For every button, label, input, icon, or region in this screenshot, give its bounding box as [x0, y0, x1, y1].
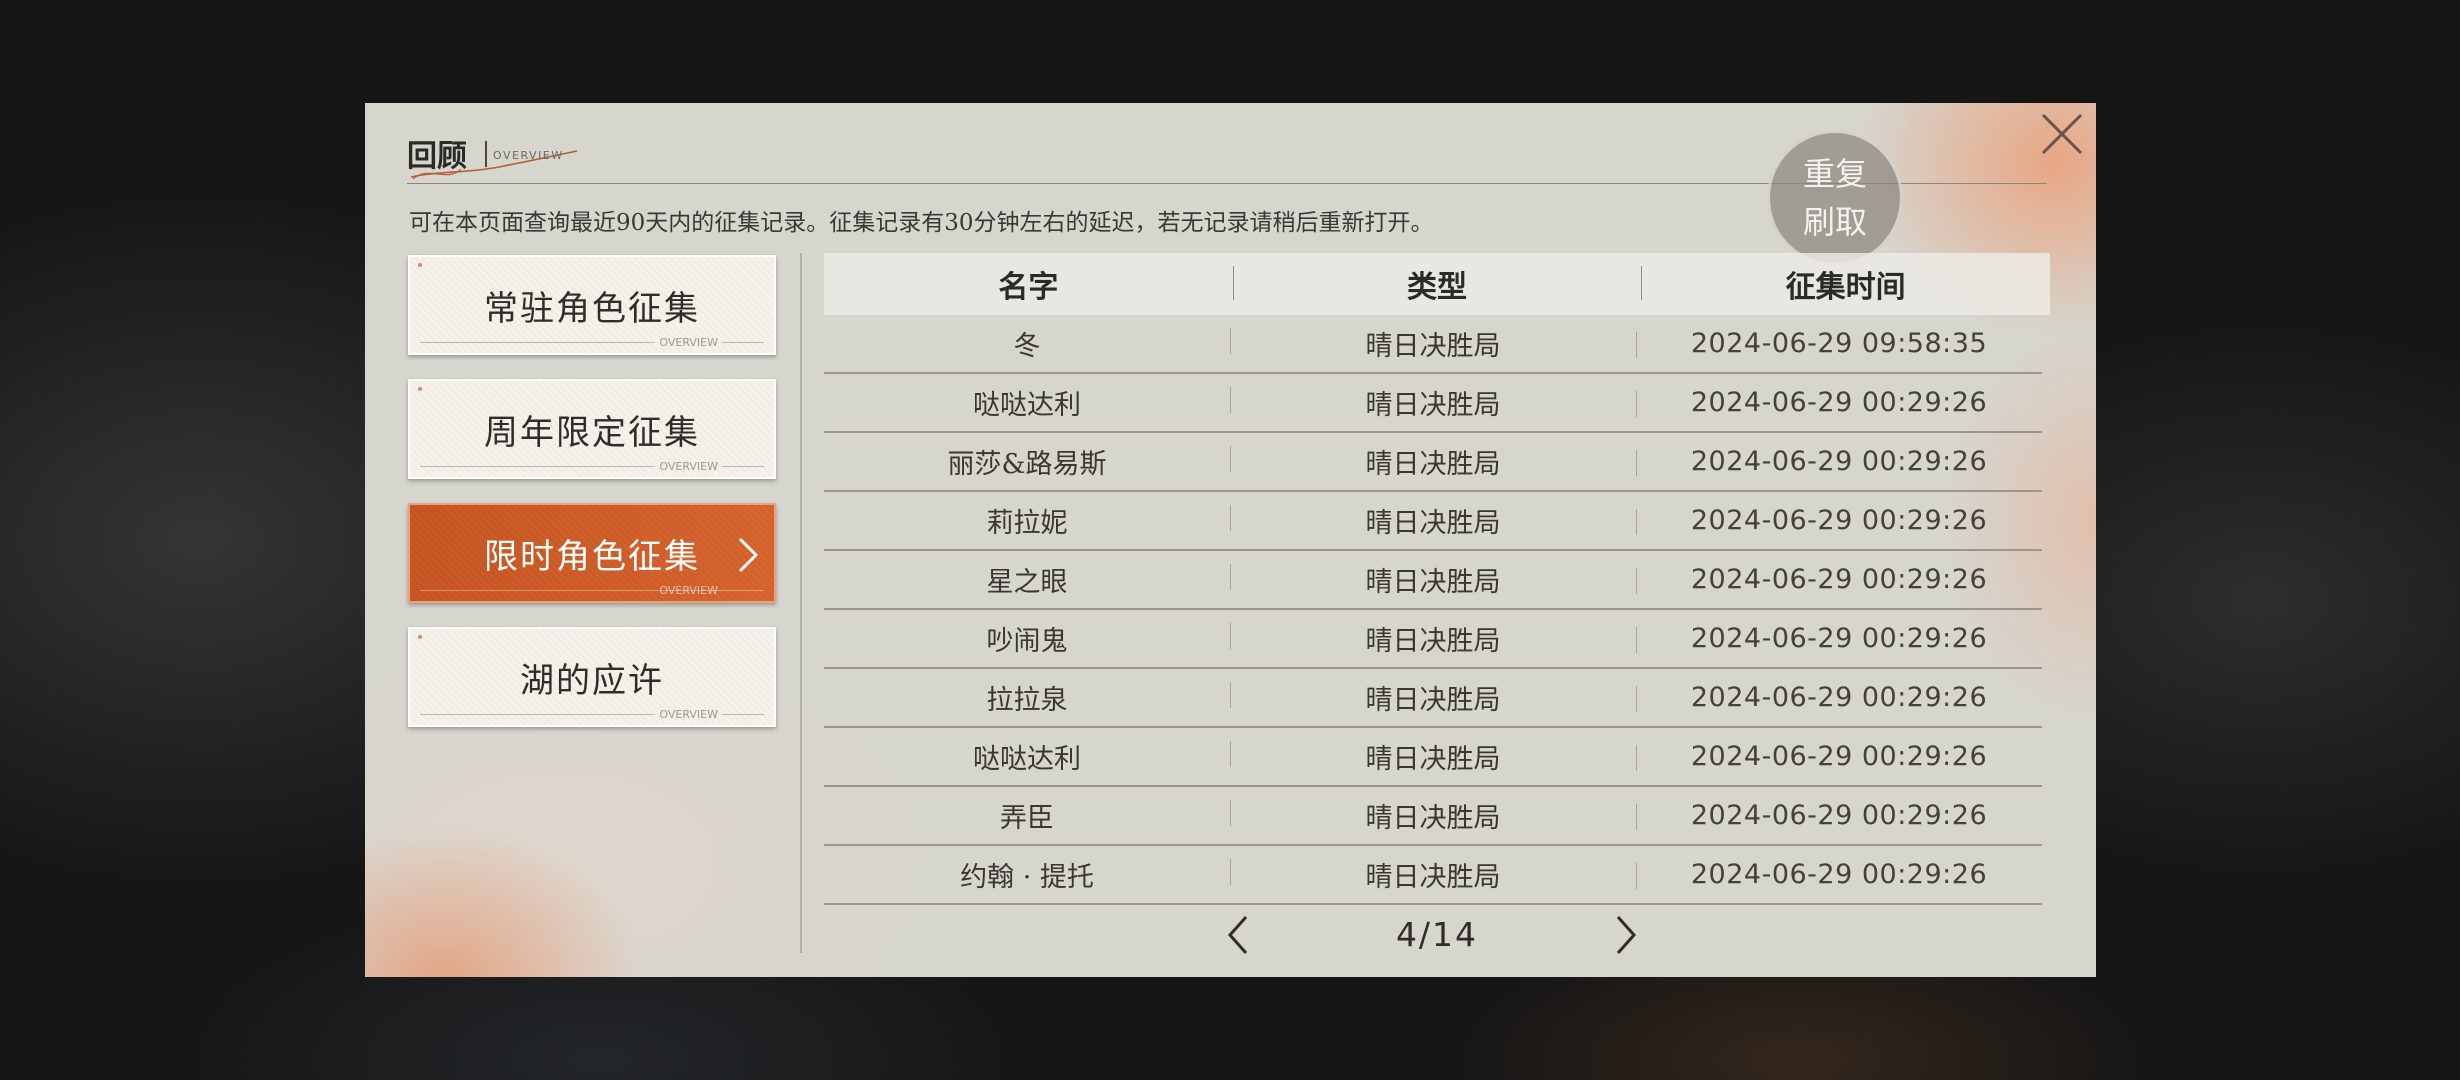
page-subtitle: OVERVIEW	[493, 149, 564, 162]
nav-item-dot	[418, 263, 422, 267]
cell-name: 哒哒达利	[973, 744, 1081, 775]
cell-time: 2024-06-29 00:29:26	[1636, 859, 2042, 890]
cell-type: 晴日决胜局	[1230, 678, 1636, 717]
cell-time: 2024-06-29 00:29:26	[1636, 505, 2042, 536]
cell-time: 2024-06-29 00:29:26	[1636, 682, 2042, 713]
cell-time: 2024-06-29 09:58:35	[1636, 328, 2042, 359]
cell-type: 晴日决胜局	[1230, 383, 1636, 422]
refresh-button-line2: 刷取	[1802, 203, 1867, 241]
table-row: 哒哒达利 晴日决胜局 2024-06-29 00:29:26	[824, 374, 2042, 433]
nav-item-anniversary[interactable]: 周年限定征集 OVERVIEW	[408, 379, 776, 479]
cell-type: 晴日决胜局	[1230, 324, 1636, 363]
nav-item-deco-text: OVERVIEW	[655, 460, 722, 473]
column-header-time: 征集时间	[1641, 262, 2050, 306]
table-header: 名字 类型 征集时间	[824, 253, 2050, 315]
cell-type: 晴日决胜局	[1230, 796, 1636, 835]
nav-item-deco-text: OVERVIEW	[659, 584, 718, 597]
table-row: 哒哒达利 晴日决胜局 2024-06-29 00:29:26	[824, 728, 2042, 787]
cell-time: 2024-06-29 00:29:26	[1636, 446, 2042, 477]
content-divider	[800, 253, 802, 953]
table-row: 冬 晴日决胜局 2024-06-29 09:58:35	[824, 315, 2042, 374]
nav-item-dot	[418, 387, 422, 391]
cell-name: 哒哒达利	[973, 390, 1081, 421]
nav-item-deco-text: OVERVIEW	[655, 708, 722, 721]
table-row: 丽莎&路易斯 晴日决胜局 2024-06-29 00:29:26	[824, 433, 2042, 492]
cell-name: 冬	[1013, 331, 1041, 362]
cell-name: 莉拉妮	[986, 508, 1068, 539]
chevron-right-icon	[738, 537, 759, 573]
refresh-button-line1: 重复	[1802, 155, 1867, 193]
notice-text: 可在本页面查询最近90天内的征集记录。征集记录有30分钟左右的延迟，若无记录请稍…	[409, 210, 1434, 236]
column-header-type: 类型	[1232, 262, 1642, 306]
pagination: 4/14	[824, 903, 2050, 963]
table-row: 约翰 · 提托 晴日决胜局 2024-06-29 00:29:26	[824, 846, 2042, 905]
table-row: 莉拉妮 晴日决胜局 2024-06-29 00:29:26	[824, 492, 2042, 551]
chevron-left-icon[interactable]	[1224, 913, 1254, 957]
close-icon[interactable]	[2037, 109, 2087, 159]
nav-item-lake-promise[interactable]: 湖的应许 OVERVIEW	[408, 627, 776, 727]
page-title: 回顾	[407, 139, 467, 174]
history-panel: 回顾 OVERVIEW 可在本页面查询最近90天内的征集记录。征集记录有30分钟…	[365, 103, 2096, 977]
cell-name: 星之眼	[986, 567, 1068, 598]
table-row: 拉拉泉 晴日决胜局 2024-06-29 00:29:26	[824, 669, 2042, 728]
cell-type: 晴日决胜局	[1230, 560, 1636, 599]
cell-name: 约翰 · 提托	[960, 862, 1094, 893]
cell-time: 2024-06-29 00:29:26	[1636, 623, 2042, 654]
record-list: 冬 晴日决胜局 2024-06-29 09:58:35 哒哒达利 晴日决胜局 2…	[824, 315, 2042, 905]
cell-time: 2024-06-29 00:29:26	[1636, 387, 2042, 418]
cell-time: 2024-06-29 00:29:26	[1636, 800, 2042, 831]
title-separator	[485, 141, 487, 167]
cell-name: 拉拉泉	[986, 685, 1068, 716]
refresh-button[interactable]: 重复 刷取	[1767, 130, 1903, 266]
nav-item-label: 常驻角色征集	[484, 288, 700, 329]
chevron-right-icon[interactable]	[1610, 913, 1640, 957]
cell-name: 弄臣	[1000, 803, 1054, 834]
table-row: 弄臣 晴日决胜局 2024-06-29 00:29:26	[824, 787, 2042, 846]
cell-name: 吵闹鬼	[986, 626, 1068, 657]
page-indicator: 4/14	[1395, 915, 1479, 954]
nav-item-label: 湖的应许	[520, 660, 664, 701]
cell-type: 晴日决胜局	[1230, 619, 1636, 658]
cell-type: 晴日决胜局	[1230, 737, 1636, 776]
cell-type: 晴日决胜局	[1230, 442, 1636, 481]
cell-time: 2024-06-29 00:29:26	[1636, 741, 2042, 772]
category-nav: 常驻角色征集 OVERVIEW 周年限定征集 OVERVIEW 限时角色征集 O…	[408, 255, 776, 751]
column-header-name: 名字	[998, 270, 1059, 305]
nav-item-limited[interactable]: 限时角色征集 OVERVIEW	[408, 503, 776, 603]
cell-type: 晴日决胜局	[1230, 501, 1636, 540]
nav-item-dot	[418, 635, 422, 639]
cell-time: 2024-06-29 00:29:26	[1636, 564, 2042, 595]
nav-item-label: 限时角色征集	[484, 536, 700, 577]
nav-item-standard[interactable]: 常驻角色征集 OVERVIEW	[408, 255, 776, 355]
nav-item-dot	[418, 511, 422, 515]
nav-item-label: 周年限定征集	[484, 412, 700, 453]
cell-type: 晴日决胜局	[1230, 855, 1636, 894]
table-row: 星之眼 晴日决胜局 2024-06-29 00:29:26	[824, 551, 2042, 610]
nav-item-deco-text: OVERVIEW	[655, 336, 722, 349]
cell-name: 丽莎&路易斯	[947, 449, 1107, 480]
table-row: 吵闹鬼 晴日决胜局 2024-06-29 00:29:26	[824, 610, 2042, 669]
